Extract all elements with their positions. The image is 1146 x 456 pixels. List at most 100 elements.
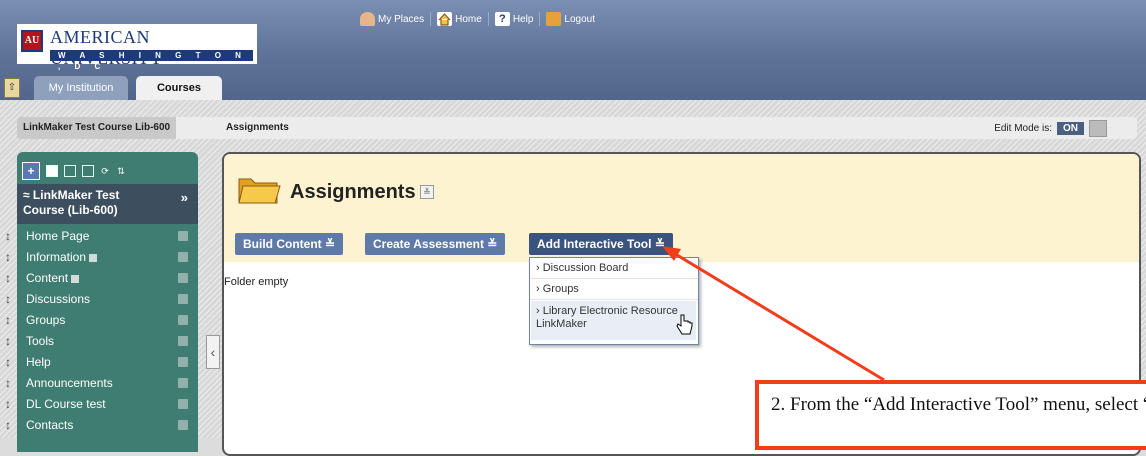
sidebar-item[interactable]: ↕ Content [5, 268, 198, 289]
groups-label: Groups [542, 283, 579, 295]
dropdown-divider [530, 278, 698, 279]
university-seal-icon: AU [21, 30, 43, 52]
chevron-down-icon[interactable] [178, 420, 188, 430]
course-menu: + ⟳ ⇅ ≈ LinkMaker Test Course (Lib-600) … [5, 152, 198, 452]
drag-handle-icon[interactable]: ↕ [2, 310, 14, 331]
breadcrumb-course[interactable]: LinkMaker Test Course Lib-600 [17, 117, 177, 139]
refresh-icon[interactable]: ⟳ [100, 166, 110, 176]
drag-handle-icon[interactable]: ↕ [2, 226, 14, 247]
sidebar-item[interactable]: ↕ Information [5, 247, 198, 268]
university-logo[interactable]: AU AMERICAN UNIVERSITY W A S H I N G T O… [17, 24, 257, 71]
edit-mode-on-button[interactable]: ON [1057, 122, 1084, 135]
logout-label: Logout [564, 13, 595, 25]
drag-handle-icon[interactable]: ↕ [2, 415, 14, 436]
sidebar-item-label: Information [26, 250, 87, 264]
home-label: Home [455, 13, 482, 25]
chevron-down-icon[interactable] [178, 294, 188, 304]
create-assessment-label: Create Assessment [373, 237, 484, 251]
logout-icon [546, 12, 562, 26]
my-places-label: My Places [378, 13, 425, 25]
logout-link[interactable]: Logout [540, 12, 601, 26]
drag-handle-icon[interactable]: ↕ [2, 373, 14, 394]
tab-courses[interactable]: Courses [136, 76, 222, 100]
collapse-menu-icon[interactable]: » [181, 190, 188, 205]
chevron-down-icon[interactable] [178, 315, 188, 325]
collapse-sidebar-icon[interactable]: ‹ [206, 335, 220, 369]
folder-empty-text: Folder empty [224, 276, 289, 288]
course-menu-items: ↕ Home Page ↕ Information ↕ Content ↕ Discussio… [5, 226, 198, 436]
chevron-down-icon[interactable] [178, 252, 188, 262]
breadcrumb-current-page: Assignments [226, 122, 289, 133]
course-title[interactable]: ≈ LinkMaker Test Course (Lib-600) [23, 188, 163, 218]
chevron-down-icon[interactable]: ≚ [420, 185, 434, 199]
sidebar-item[interactable]: ↕ Announcements [5, 373, 198, 394]
sidebar-item-label: Contacts [26, 418, 74, 432]
content-header: Assignments ≚ Build Content ≚ Create Ass… [224, 154, 1139, 262]
chevron-down-icon: ≚ [487, 237, 498, 251]
menu-item-library-linkmaker[interactable]: › Library Electronic Resource LinkMaker [536, 305, 694, 331]
add-menu-item-button[interactable]: + [22, 162, 40, 180]
person-icon [360, 12, 375, 26]
drag-handle-icon[interactable]: ↕ [2, 247, 14, 268]
folder-view-icon[interactable] [64, 165, 76, 177]
chevron-down-icon[interactable] [178, 399, 188, 409]
sidebar-item[interactable]: ↕ Tools [5, 331, 198, 352]
sidebar-item[interactable]: ↕ Contacts [5, 415, 198, 436]
menu-item-discussion-board[interactable]: › Discussion Board [536, 262, 628, 274]
window-view-icon[interactable] [82, 165, 94, 177]
chevron-down-icon[interactable] [178, 231, 188, 241]
home-link[interactable]: Home [431, 12, 489, 26]
list-view-icon[interactable] [46, 165, 58, 177]
course-title-text: LinkMaker Test Course (Lib-600) [23, 188, 120, 217]
sidebar-item-label: Home Page [26, 229, 90, 243]
drag-handle-icon[interactable]: ↕ [2, 289, 14, 310]
build-content-button[interactable]: Build Content ≚ [235, 233, 344, 255]
add-interactive-tool-button[interactable]: Add Interactive Tool ≚ [529, 233, 673, 255]
help-label: Help [512, 13, 534, 25]
sidebar-item[interactable]: ↕ Help [5, 352, 198, 373]
chevron-down-icon[interactable] [178, 378, 188, 388]
sidebar-item-label: Tools [26, 334, 55, 348]
sidebar-item[interactable]: ↕ Home Page [5, 226, 198, 247]
sidebar-item-label: Announcements [26, 376, 113, 390]
drag-handle-icon[interactable]: ↕ [2, 268, 14, 289]
sidebar-item-label: DL Course test [26, 397, 106, 411]
my-places-link[interactable]: My Places [354, 12, 432, 26]
sidebar-item-label: Content [26, 271, 69, 285]
breadcrumb: LinkMaker Test Course Lib-600 Assignment… [17, 117, 1137, 139]
sidebar-item[interactable]: ↕ DL Course test [5, 394, 198, 415]
course-menu-header: ≈ LinkMaker Test Course (Lib-600) » [17, 184, 198, 224]
sidebar-item-label: Groups [26, 313, 66, 327]
sidebar-item[interactable]: ↕ Discussions [5, 289, 198, 310]
edit-mode-toggle[interactable] [1089, 120, 1107, 137]
menu-item-groups[interactable]: › Groups [536, 283, 579, 295]
top-header: AU AMERICAN UNIVERSITY W A S H I N G T O… [0, 0, 1146, 100]
top-links: My Places Home ? Help Logout [354, 12, 601, 26]
add-interactive-tool-label: Add Interactive Tool [537, 237, 652, 251]
annotation-note: 2. From the “Add Interactive Tool” menu,… [755, 380, 1146, 450]
home-icon [437, 12, 453, 26]
chevron-down-icon[interactable] [178, 357, 188, 367]
chevron-down-icon: ≚ [654, 237, 665, 251]
chevron-down-icon[interactable] [178, 273, 188, 283]
drag-handle-icon[interactable]: ↕ [2, 352, 14, 373]
chevron-down-icon[interactable] [178, 336, 188, 346]
help-icon: ? [494, 12, 510, 26]
discussion-board-label: Discussion Board [542, 262, 629, 274]
expand-icon: ≈ [23, 188, 33, 202]
logo-subtitle: W A S H I N G T O N , D C [50, 50, 253, 71]
edit-mode-control: Edit Mode is: ON [994, 120, 1107, 137]
sidebar-item-label: Discussions [26, 292, 91, 306]
help-link[interactable]: ? Help [489, 12, 541, 26]
tab-my-institution[interactable]: My Institution [34, 76, 128, 100]
menu-toolbar: + ⟳ ⇅ [22, 162, 126, 180]
page-title: Assignments [290, 181, 416, 203]
dropdown-divider [530, 299, 698, 300]
drag-handle-icon[interactable]: ↕ [2, 331, 14, 352]
drag-handle-icon[interactable]: ↕ [2, 394, 14, 415]
sort-icon[interactable]: ⇅ [116, 166, 126, 176]
tab-menu-icon[interactable]: ⇧ [4, 78, 20, 98]
sidebar-item[interactable]: ↕ Groups [5, 310, 198, 331]
edit-mode-label: Edit Mode is: [994, 123, 1052, 134]
create-assessment-button[interactable]: Create Assessment ≚ [365, 233, 506, 255]
